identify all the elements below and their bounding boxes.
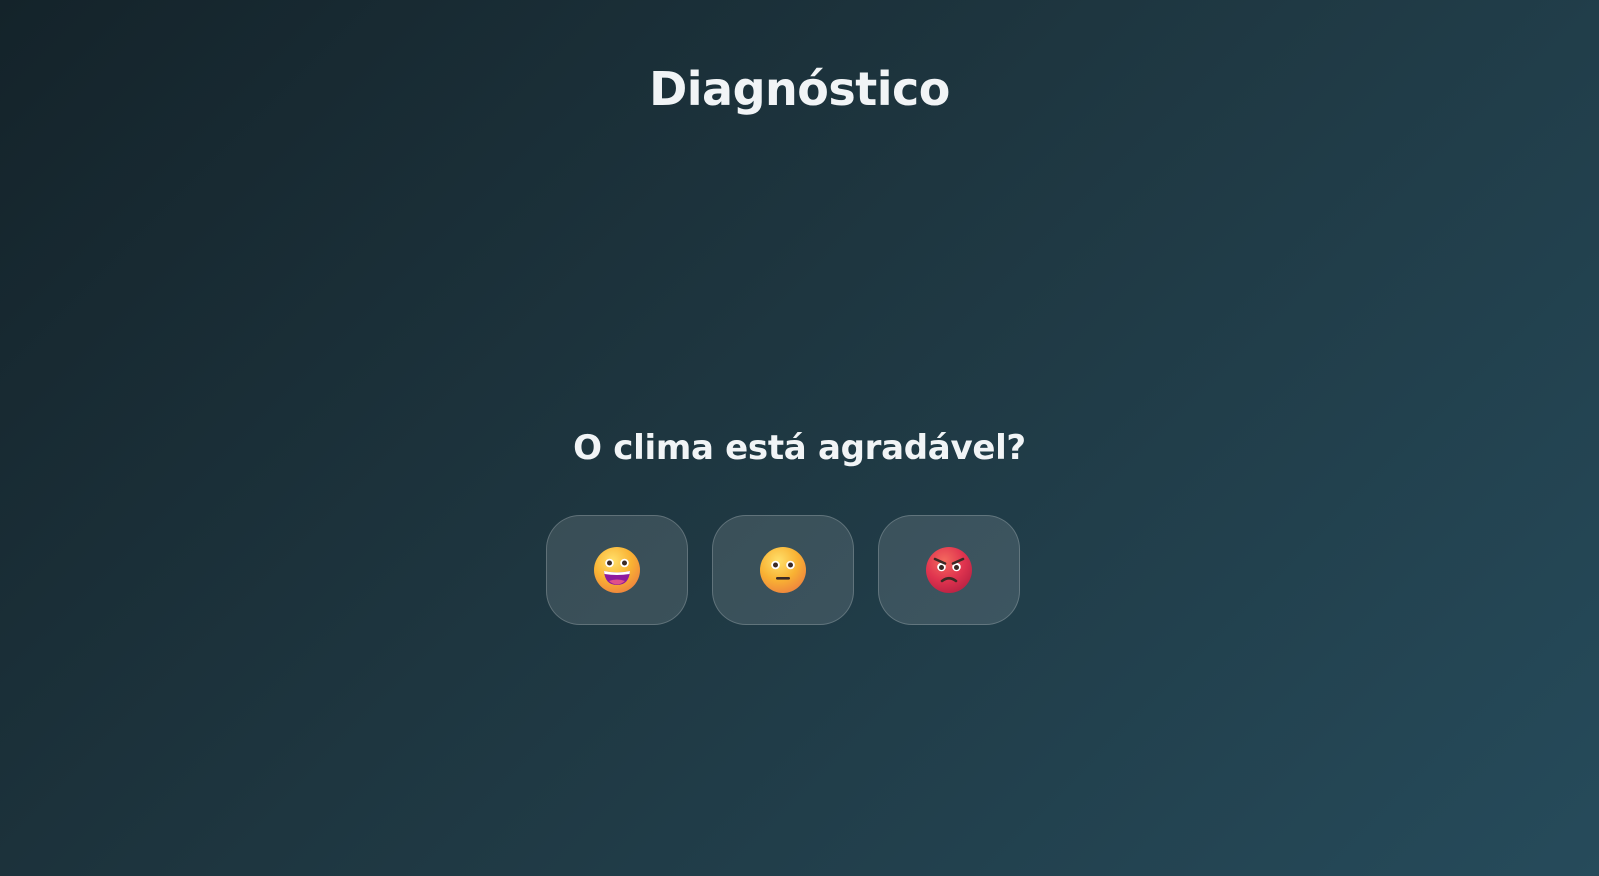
question-text: O clima está agradável? (573, 428, 1026, 468)
angry-option-button[interactable] (878, 515, 1020, 625)
angry-face-icon (926, 547, 972, 593)
answer-options (546, 515, 1020, 625)
happy-face-icon (594, 547, 640, 593)
neutral-face-icon (760, 547, 806, 593)
page-title: Diagnóstico (649, 62, 950, 116)
happy-option-button[interactable] (546, 515, 688, 625)
neutral-option-button[interactable] (712, 515, 854, 625)
